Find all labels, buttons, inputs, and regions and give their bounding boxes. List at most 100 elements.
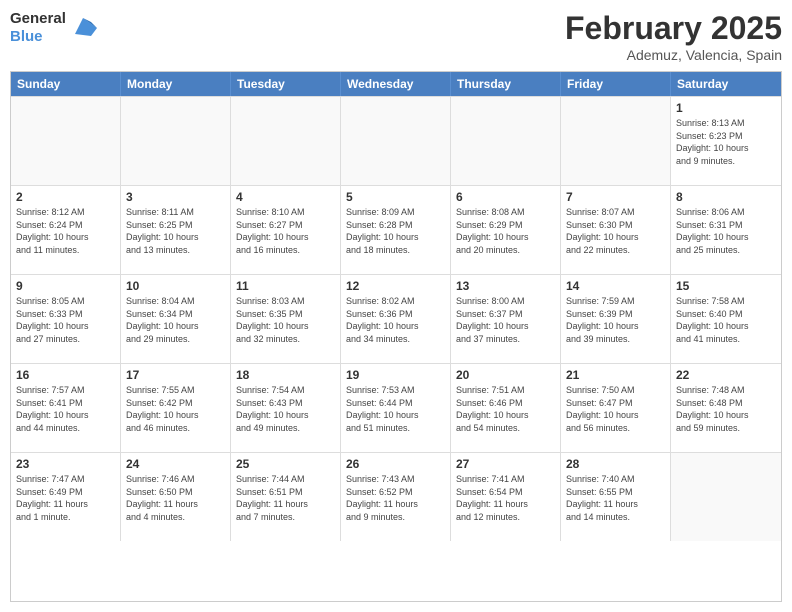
day-info: Sunrise: 7:59 AM Sunset: 6:39 PM Dayligh… [566, 295, 665, 345]
day-cell-empty [11, 97, 121, 185]
day-cell-24: 24Sunrise: 7:46 AM Sunset: 6:50 PM Dayli… [121, 453, 231, 541]
day-cell-10: 10 Sunrise: 8:04 AM Sunset: 6:34 PM Dayli… [121, 275, 231, 363]
header-day-friday: Friday [561, 72, 671, 96]
week-row-3: 9 Sunrise: 8:05 AM Sunset: 6:33 PM Daylig… [11, 274, 781, 363]
day-cell-28: 28 Sunrise: 7:40 AM Sunset: 6:55 PM Dayli… [561, 453, 671, 541]
week-row-4: 16 Sunrise: 7:57 AM Sunset: 6:41 PM Dayli… [11, 363, 781, 452]
day-number: 4 [236, 190, 335, 204]
page: General Blue February 2025 Ademuz, Valen… [0, 0, 792, 612]
day-info: Sunrise: 7:53 AM Sunset: 6:44 PM Dayligh… [346, 384, 445, 434]
header-day-tuesday: Tuesday [231, 72, 341, 96]
day-cell-3: 3 Sunrise: 8:11 AM Sunset: 6:25 PM Daylig… [121, 186, 231, 274]
day-cell-25: 25 Sunrise: 7:44 AM Sunset: 6:51 PM Dayli… [231, 453, 341, 541]
day-cell-17: 17Sunrise: 7:55 AM Sunset: 6:42 PM Dayli… [121, 364, 231, 452]
day-number: 6 [456, 190, 555, 204]
header-day-thursday: Thursday [451, 72, 561, 96]
day-info: Sunrise: 8:07 AM Sunset: 6:30 PM Dayligh… [566, 206, 665, 256]
day-number: 26 [346, 457, 445, 471]
day-number: 25 [236, 457, 335, 471]
day-number: 2 [16, 190, 115, 204]
day-number: 21 [566, 368, 665, 382]
day-number: 14 [566, 279, 665, 293]
day-info: Sunrise: 7:44 AM Sunset: 6:51 PM Dayligh… [236, 473, 335, 523]
header-day-monday: Monday [121, 72, 231, 96]
day-cell-13: 13 Sunrise: 8:00 AM Sunset: 6:37 PM Dayli… [451, 275, 561, 363]
day-number: 12 [346, 279, 445, 293]
day-cell-9: 9 Sunrise: 8:05 AM Sunset: 6:33 PM Daylig… [11, 275, 121, 363]
day-info: Sunrise: 8:02 AM Sunset: 6:36 PM Dayligh… [346, 295, 445, 345]
day-info: Sunrise: 8:05 AM Sunset: 6:33 PM Dayligh… [16, 295, 115, 345]
day-cell-20: 20 Sunrise: 7:51 AM Sunset: 6:46 PM Dayli… [451, 364, 561, 452]
day-cell-4: 4 Sunrise: 8:10 AM Sunset: 6:27 PM Daylig… [231, 186, 341, 274]
day-number: 18 [236, 368, 335, 382]
day-info: Sunrise: 7:48 AM Sunset: 6:48 PM Dayligh… [676, 384, 776, 434]
day-cell-7: 7Sunrise: 8:07 AM Sunset: 6:30 PM Daylig… [561, 186, 671, 274]
day-info: Sunrise: 8:04 AM Sunset: 6:34 PM Dayligh… [126, 295, 225, 345]
day-number: 10 [126, 279, 225, 293]
calendar-body: 1 Sunrise: 8:13 AM Sunset: 6:23 PM Daylig… [11, 96, 781, 541]
subtitle: Ademuz, Valencia, Spain [565, 47, 782, 63]
logo-text: General Blue [10, 10, 66, 46]
day-cell-16: 16 Sunrise: 7:57 AM Sunset: 6:41 PM Dayli… [11, 364, 121, 452]
week-row-1: 1 Sunrise: 8:13 AM Sunset: 6:23 PM Daylig… [11, 96, 781, 185]
day-info: Sunrise: 7:51 AM Sunset: 6:46 PM Dayligh… [456, 384, 555, 434]
day-info: Sunrise: 7:57 AM Sunset: 6:41 PM Dayligh… [16, 384, 115, 434]
day-info: Sunrise: 8:11 AM Sunset: 6:25 PM Dayligh… [126, 206, 225, 256]
main-title: February 2025 [565, 10, 782, 47]
day-number: 20 [456, 368, 555, 382]
day-cell-27: 27Sunrise: 7:41 AM Sunset: 6:54 PM Dayli… [451, 453, 561, 541]
day-cell-empty [231, 97, 341, 185]
day-cell-5: 5 Sunrise: 8:09 AM Sunset: 6:28 PM Daylig… [341, 186, 451, 274]
day-cell-21: 21 Sunrise: 7:50 AM Sunset: 6:47 PM Dayli… [561, 364, 671, 452]
day-info: Sunrise: 8:08 AM Sunset: 6:29 PM Dayligh… [456, 206, 555, 256]
day-info: Sunrise: 7:50 AM Sunset: 6:47 PM Dayligh… [566, 384, 665, 434]
day-info: Sunrise: 8:10 AM Sunset: 6:27 PM Dayligh… [236, 206, 335, 256]
day-cell-empty [121, 97, 231, 185]
day-info: Sunrise: 8:06 AM Sunset: 6:31 PM Dayligh… [676, 206, 776, 256]
calendar: SundayMondayTuesdayWednesdayThursdayFrid… [10, 71, 782, 602]
day-info: Sunrise: 7:43 AM Sunset: 6:52 PM Dayligh… [346, 473, 445, 523]
day-number: 23 [16, 457, 115, 471]
day-cell-8: 8Sunrise: 8:06 AM Sunset: 6:31 PM Daylig… [671, 186, 781, 274]
day-number: 28 [566, 457, 665, 471]
week-row-2: 2Sunrise: 8:12 AM Sunset: 6:24 PM Daylig… [11, 185, 781, 274]
day-number: 13 [456, 279, 555, 293]
day-cell-22: 22 Sunrise: 7:48 AM Sunset: 6:48 PM Dayli… [671, 364, 781, 452]
day-cell-15: 15Sunrise: 7:58 AM Sunset: 6:40 PM Dayli… [671, 275, 781, 363]
header-day-saturday: Saturday [671, 72, 781, 96]
day-info: Sunrise: 7:47 AM Sunset: 6:49 PM Dayligh… [16, 473, 115, 523]
header-day-wednesday: Wednesday [341, 72, 451, 96]
day-cell-23: 23 Sunrise: 7:47 AM Sunset: 6:49 PM Dayli… [11, 453, 121, 541]
day-info: Sunrise: 7:55 AM Sunset: 6:42 PM Dayligh… [126, 384, 225, 434]
day-number: 16 [16, 368, 115, 382]
day-cell-19: 19Sunrise: 7:53 AM Sunset: 6:44 PM Dayli… [341, 364, 451, 452]
day-number: 5 [346, 190, 445, 204]
day-cell-empty [671, 453, 781, 541]
logo-general: General [10, 10, 66, 28]
calendar-header: SundayMondayTuesdayWednesdayThursdayFrid… [11, 72, 781, 96]
day-info: Sunrise: 7:40 AM Sunset: 6:55 PM Dayligh… [566, 473, 665, 523]
day-number: 11 [236, 279, 335, 293]
day-info: Sunrise: 7:41 AM Sunset: 6:54 PM Dayligh… [456, 473, 555, 523]
header-day-sunday: Sunday [11, 72, 121, 96]
day-info: Sunrise: 8:09 AM Sunset: 6:28 PM Dayligh… [346, 206, 445, 256]
day-number: 22 [676, 368, 776, 382]
day-cell-6: 6 Sunrise: 8:08 AM Sunset: 6:29 PM Daylig… [451, 186, 561, 274]
day-number: 9 [16, 279, 115, 293]
day-info: Sunrise: 8:13 AM Sunset: 6:23 PM Dayligh… [676, 117, 776, 167]
day-number: 24 [126, 457, 225, 471]
day-cell-11: 11Sunrise: 8:03 AM Sunset: 6:35 PM Dayli… [231, 275, 341, 363]
title-block: February 2025 Ademuz, Valencia, Spain [565, 10, 782, 63]
day-number: 3 [126, 190, 225, 204]
logo-blue: Blue [10, 28, 66, 46]
header: General Blue February 2025 Ademuz, Valen… [10, 10, 782, 63]
day-cell-2: 2Sunrise: 8:12 AM Sunset: 6:24 PM Daylig… [11, 186, 121, 274]
day-number: 1 [676, 101, 776, 115]
logo-icon [69, 14, 97, 42]
day-info: Sunrise: 7:58 AM Sunset: 6:40 PM Dayligh… [676, 295, 776, 345]
day-info: Sunrise: 8:00 AM Sunset: 6:37 PM Dayligh… [456, 295, 555, 345]
day-cell-empty [451, 97, 561, 185]
day-cell-18: 18Sunrise: 7:54 AM Sunset: 6:43 PM Dayli… [231, 364, 341, 452]
day-cell-14: 14 Sunrise: 7:59 AM Sunset: 6:39 PM Dayli… [561, 275, 671, 363]
day-cell-1: 1 Sunrise: 8:13 AM Sunset: 6:23 PM Daylig… [671, 97, 781, 185]
